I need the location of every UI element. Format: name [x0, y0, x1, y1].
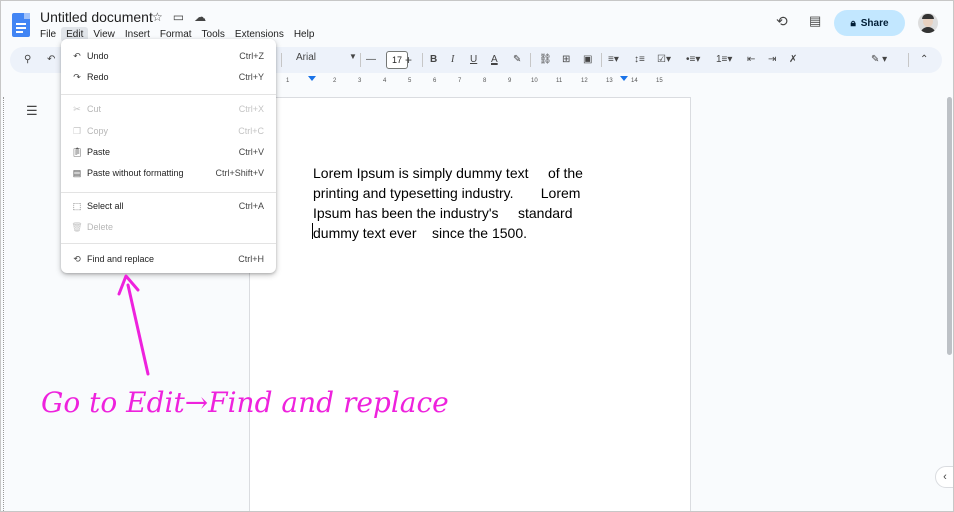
google-docs-window: Untitled document ☆ ▭ ☁ File Edit View I… — [0, 0, 954, 512]
annotation-arrow — [117, 274, 150, 376]
annotation-text: Go to Edit→Find and replace — [41, 386, 449, 419]
